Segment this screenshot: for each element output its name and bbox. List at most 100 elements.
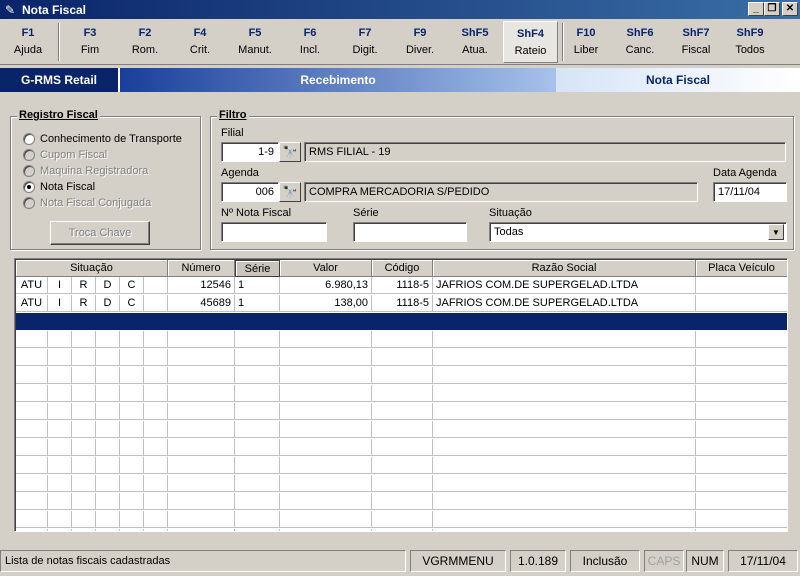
cell-flag-d [96, 529, 120, 531]
cell-numero: 12546 [168, 277, 235, 294]
cell-codigo [372, 529, 433, 531]
serie-input[interactable] [353, 222, 467, 242]
data-agenda-input[interactable]: 17/11/04 [713, 182, 787, 202]
cell-flag-i [48, 331, 72, 348]
header-situacao[interactable]: Situação [16, 260, 168, 277]
table-row[interactable] [16, 385, 787, 402]
chevron-down-icon[interactable]: ▼ [768, 224, 784, 240]
cell-serie [235, 349, 280, 366]
fkey-f2[interactable]: F2 Rom. [119, 21, 171, 63]
cell-serie [235, 493, 280, 510]
fkey-shf6[interactable]: ShF6 Canc. [612, 21, 668, 63]
table-row[interactable] [16, 475, 787, 492]
fkey-f7[interactable]: F7 Digit. [338, 21, 392, 63]
cell-placa [696, 457, 787, 474]
close-button[interactable]: ✕ [782, 2, 798, 16]
filial-search-button[interactable]: 🔭 [279, 142, 301, 162]
troca-chave-button: Troca Chave [50, 221, 150, 245]
cell-valor [280, 421, 372, 438]
cell-placa [696, 421, 787, 438]
table-row[interactable] [16, 367, 787, 384]
cell-status [16, 457, 48, 474]
cell-flag-i [48, 511, 72, 528]
cell-flag-i: I [48, 277, 72, 294]
header-serie[interactable]: Série [235, 260, 280, 277]
header-placa-veiculo[interactable]: Placa Veículo [696, 260, 787, 277]
fkey-f4[interactable]: F4 Crit. [174, 21, 226, 63]
agenda-code-input[interactable]: 006 [221, 182, 279, 202]
fkey-f6[interactable]: F6 Incl. [284, 21, 336, 63]
cell-numero [168, 457, 235, 474]
header-numero[interactable]: Número [168, 260, 235, 277]
cell-placa [696, 403, 787, 420]
cell-numero [168, 511, 235, 528]
fkey-f3[interactable]: F3 Fim [64, 21, 116, 63]
cell-flag-c [120, 403, 144, 420]
table-row[interactable] [16, 439, 787, 456]
table-row[interactable] [16, 493, 787, 510]
header-codigo[interactable]: Código [372, 260, 433, 277]
fkey-shf7[interactable]: ShF7 Fiscal [668, 21, 724, 63]
header-razao-social[interactable]: Razão Social [433, 260, 696, 277]
radio-conhecimento-transporte[interactable]: Conhecimento de Transporte [23, 133, 182, 145]
table-row[interactable] [16, 403, 787, 420]
table-row[interactable] [16, 349, 787, 366]
radio-button[interactable] [23, 133, 35, 145]
agenda-label: Agenda [221, 167, 259, 179]
fkey-f5[interactable]: F5 Manut. [228, 21, 282, 63]
table-row-selected[interactable] [16, 313, 787, 330]
cell-valor [280, 493, 372, 510]
cell-flag-r [72, 511, 96, 528]
table-row[interactable] [16, 421, 787, 438]
status-num: NUM [686, 550, 724, 572]
agenda-search-button[interactable]: 🔭 [279, 182, 301, 202]
radio-button-selected[interactable] [23, 181, 35, 193]
cell-status [16, 313, 48, 330]
fkey-f9[interactable]: F9 Diver. [393, 21, 447, 63]
fkey-f1[interactable]: F1 Ajuda [4, 21, 52, 63]
fkey-shf5[interactable]: ShF5 Atua. [448, 21, 502, 63]
cell-flag-extra [144, 439, 168, 456]
situacao-select[interactable]: Todas [489, 222, 787, 242]
fkey-shf9[interactable]: ShF9 Todos [722, 21, 778, 63]
status-version: 1.0.189 [510, 550, 566, 572]
fkey-f10[interactable]: F10 Liber [566, 21, 606, 63]
table-row[interactable] [16, 529, 787, 531]
table-row[interactable]: ATU I R D C 45689 1 138,00 1118-5 JAFRIOS COM.DE … [16, 295, 787, 312]
minimize-button[interactable]: _ [748, 2, 764, 16]
cell-flag-d [96, 511, 120, 528]
header-valor[interactable]: Valor [280, 260, 372, 277]
cell-placa [696, 385, 787, 402]
cell-serie [235, 367, 280, 384]
filial-name-display: RMS FILIAL - 19 [304, 142, 786, 162]
cell-numero [168, 439, 235, 456]
screen-label: Nota Fiscal [556, 68, 800, 92]
table-row[interactable]: ATU I R D C 12546 1 6.980,13 1118-5 JAFRIOS COM.D… [16, 277, 787, 294]
app-icon: ✎ [4, 2, 16, 17]
cell-flag-r [72, 349, 96, 366]
cell-placa [696, 511, 787, 528]
table-row[interactable] [16, 331, 787, 348]
cell-razao-social [433, 403, 696, 420]
window-title: Nota Fiscal [22, 2, 87, 17]
fkey-shf4[interactable]: ShF4 Rateio [503, 21, 558, 63]
table-row[interactable] [16, 511, 787, 528]
nota-fiscal-input[interactable] [221, 222, 327, 242]
module-banner: G-RMS Retail Recebimento Nota Fiscal [0, 68, 800, 92]
radio-nota-fiscal[interactable]: Nota Fiscal [23, 181, 95, 193]
filial-code-input[interactable]: 1-9 [221, 142, 279, 162]
cell-flag-i [48, 385, 72, 402]
cell-flag-extra [144, 511, 168, 528]
cell-flag-extra [144, 313, 168, 330]
maximize-button[interactable]: ❐ [764, 2, 780, 16]
cell-razao-social [433, 367, 696, 384]
cell-status [16, 349, 48, 366]
cell-valor [280, 331, 372, 348]
cell-numero [168, 331, 235, 348]
cell-flag-r [72, 439, 96, 456]
table-row[interactable] [16, 457, 787, 474]
cell-flag-r: R [72, 295, 96, 312]
cell-codigo [372, 385, 433, 402]
cell-numero [168, 349, 235, 366]
cell-codigo [372, 439, 433, 456]
